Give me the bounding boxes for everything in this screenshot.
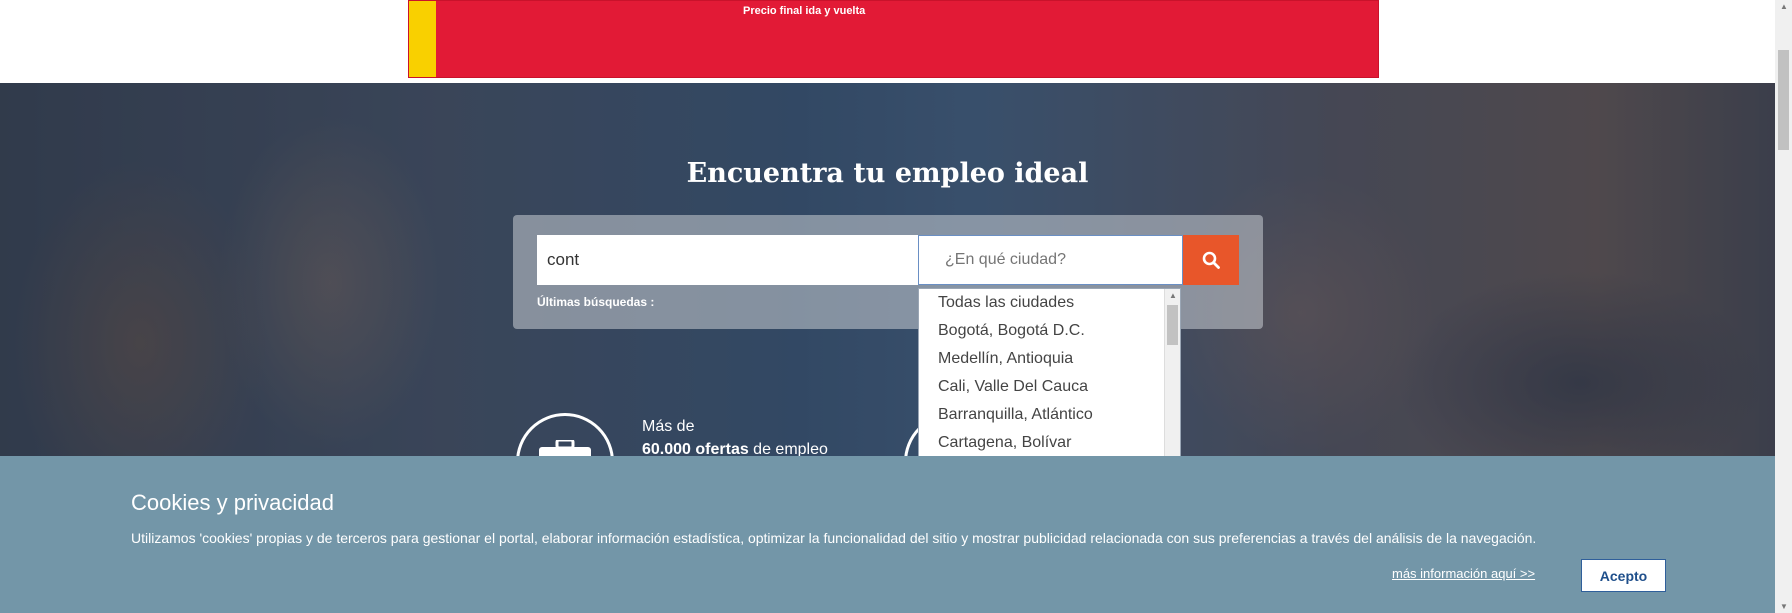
city-option[interactable]: Barranquilla, Atlántico xyxy=(919,401,1180,429)
promo-banner[interactable]: Precio final ida y vuelta xyxy=(408,0,1379,78)
page-scroll-thumb[interactable] xyxy=(1778,50,1789,150)
cookie-banner: Cookies y privacidad Utilizamos 'cookies… xyxy=(0,456,1775,613)
city-dropdown: Todas las ciudades Bogotá, Bogotá D.C. M… xyxy=(918,288,1181,463)
scroll-up-icon[interactable]: ▲ xyxy=(1169,291,1177,300)
keyword-input[interactable] xyxy=(537,235,919,285)
cookie-title: Cookies y privacidad xyxy=(131,490,334,515)
offers-stat: Más de 60.000 ofertas de empleo xyxy=(642,415,828,461)
page-scrollbar[interactable]: ▲ ▼ xyxy=(1775,0,1792,613)
city-option[interactable]: Todas las ciudades xyxy=(919,289,1180,317)
city-input[interactable] xyxy=(918,235,1183,285)
city-option[interactable]: Cartagena, Bolívar xyxy=(919,429,1180,457)
cookie-text: Utilizamos 'cookies' propias y de tercer… xyxy=(131,530,1537,546)
accept-button[interactable]: Acepto xyxy=(1581,559,1666,592)
dropdown-scrollbar[interactable]: ▲ xyxy=(1164,289,1180,462)
dropdown-scroll-thumb[interactable] xyxy=(1167,305,1178,345)
banner-text: Precio final ida y vuelta xyxy=(743,5,866,17)
city-option[interactable]: Medellín, Antioquia xyxy=(919,345,1180,373)
magnifier-icon xyxy=(1202,251,1220,269)
recent-searches-label: Últimas búsquedas : xyxy=(537,295,655,309)
banner-yellow-stripe xyxy=(409,1,436,77)
offers-stat-line1: Más de xyxy=(642,418,695,435)
search-button[interactable] xyxy=(1183,235,1239,285)
more-info-link[interactable]: más información aquí >> xyxy=(1392,566,1535,581)
scroll-down-icon[interactable]: ▼ xyxy=(1780,602,1788,611)
city-option[interactable]: Bogotá, Bogotá D.C. xyxy=(919,317,1180,345)
city-option[interactable]: Cali, Valle Del Cauca xyxy=(919,373,1180,401)
hero-title: Encuentra tu empleo ideal xyxy=(686,158,1089,189)
top-ad-area: Precio final ida y vuelta xyxy=(0,0,1775,83)
scroll-up-icon[interactable]: ▲ xyxy=(1780,2,1788,11)
